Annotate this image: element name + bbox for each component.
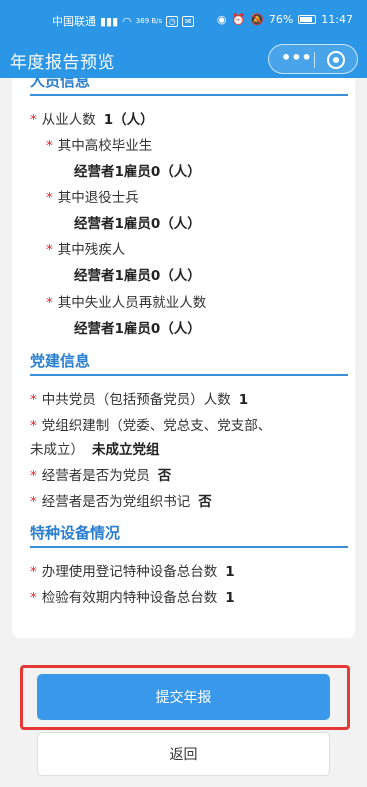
required-star: *: [30, 564, 37, 580]
eye-icon: ◉: [216, 13, 227, 26]
field-registered-equipment: * 办理使用登记特种设备总台数 1: [30, 564, 235, 580]
required-star: *: [30, 468, 37, 484]
value-party-members: 1: [238, 392, 249, 408]
required-star: *: [46, 295, 53, 311]
status-bar: 中国联通 ▮▮▮ ◠ 369 B/s ◷ ✉ ◉ ⏰ 🔕 76% 11:47: [0, 0, 367, 40]
wifi-icon: ◠: [122, 14, 132, 28]
signal-icon: ▮▮▮: [100, 14, 119, 28]
battery-percent: 76%: [268, 13, 294, 26]
field-party-org-continued: 未成立） 未成立党组: [30, 442, 160, 458]
value-disabled: 经营者1雇员0（人）: [74, 268, 201, 284]
required-star: *: [30, 392, 37, 408]
section-title-personnel: 人员信息: [30, 78, 91, 90]
value-inspected-equipment: 1: [225, 590, 235, 606]
value-veterans: 经营者1雇员0（人）: [74, 216, 201, 232]
back-button[interactable]: 返回: [37, 732, 330, 776]
mini-program-capsule: •••: [268, 44, 358, 74]
nav-bar: 年度报告预览 •••: [0, 40, 367, 78]
required-star: *: [46, 242, 53, 258]
field-veterans: * 其中退役士兵: [46, 190, 139, 206]
alarm-icon: ⏰: [231, 13, 246, 26]
field-party-org: * 党组织建制（党委、党总支、党支部、: [30, 418, 272, 434]
section-title-party: 党建信息: [30, 352, 91, 370]
required-star: *: [30, 590, 37, 606]
value-employees: 1（人）: [103, 112, 154, 128]
field-disabled: * 其中残疾人: [46, 242, 126, 258]
section-divider-personnel: [30, 94, 348, 96]
battery-icon: [298, 15, 317, 24]
section-divider-party: [30, 374, 348, 376]
network-speed: 369 B/s: [135, 17, 163, 25]
field-operator-secretary: * 经营者是否为党组织书记否: [30, 494, 212, 510]
field-operator-member: * 经营者是否为党员否: [30, 468, 172, 484]
required-star: *: [46, 138, 53, 154]
capsule-divider: [314, 52, 315, 68]
field-party-members: * 中共党员（包括预备党员）人数 1: [30, 392, 249, 408]
carrier-label: 中国联通: [52, 15, 96, 28]
value-operator-secretary: 否: [198, 494, 212, 510]
field-reemployed: * 其中失业人员再就业人数: [46, 295, 207, 311]
section-divider-equipment: [30, 546, 348, 548]
target-close-icon[interactable]: [327, 51, 345, 69]
field-graduates: * 其中高校毕业生: [46, 138, 153, 154]
section-title-equipment: 特种设备情况: [30, 524, 121, 542]
mute-icon: 🔕: [250, 13, 264, 26]
field-employees: * 从业人数 1（人）: [30, 112, 154, 128]
required-star: *: [30, 112, 37, 128]
required-star: *: [46, 190, 53, 206]
value-graduates: 经营者1雇员0（人）: [74, 164, 201, 180]
clock: 11:47: [321, 13, 353, 26]
report-preview-card: 人员信息 * 从业人数 1（人） * 其中高校毕业生 经营者1雇员0（人） * 其中退役…: [12, 78, 355, 638]
submit-report-button[interactable]: 提交年报: [37, 674, 330, 720]
value-party-org: 未成立党组: [92, 442, 160, 458]
value-registered-equipment: 1: [225, 564, 235, 580]
required-star: *: [30, 418, 37, 434]
page-title: 年度报告预览: [10, 53, 115, 73]
value-reemployed: 经营者1雇员0（人）: [74, 321, 201, 337]
required-star: *: [30, 494, 37, 510]
more-dots-icon[interactable]: •••: [281, 50, 312, 67]
app-notification-icon: ◷: [166, 15, 179, 27]
mail-notification-icon: ✉: [182, 15, 195, 27]
value-operator-member: 否: [157, 468, 172, 484]
field-inspected-equipment: * 检验有效期内特种设备总台数 1: [30, 590, 235, 606]
